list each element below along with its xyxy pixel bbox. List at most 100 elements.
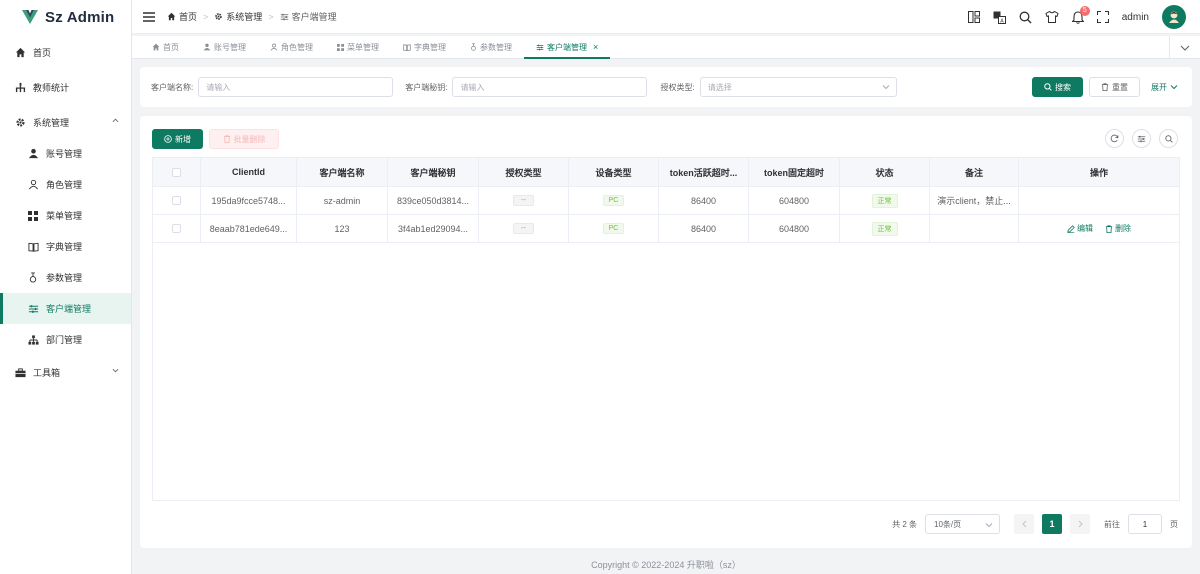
chevron-down-icon	[1170, 84, 1178, 90]
sidebar-item-teacher-stats[interactable]: 教师统计	[0, 72, 131, 103]
trash-icon	[1105, 224, 1113, 233]
batch-delete-button[interactable]: 批量删除	[209, 129, 279, 149]
sidebar-item-clients[interactable]: 客户端管理	[0, 293, 131, 324]
tab-dictionary[interactable]: 字典管理	[391, 36, 458, 58]
page-size-select[interactable]: 10条/页	[925, 514, 1000, 534]
total-count: 共 2 条	[892, 519, 917, 529]
tab-accounts[interactable]: 账号管理	[191, 36, 258, 58]
sliders-icon	[280, 13, 289, 21]
prev-page-button[interactable]	[1014, 514, 1034, 534]
column-header: ClientId	[201, 158, 297, 186]
page-number-button[interactable]: 1	[1042, 514, 1062, 534]
chevron-right-icon	[1078, 520, 1083, 528]
layout-icon[interactable]	[967, 11, 980, 23]
toolbox-icon	[14, 367, 26, 379]
username[interactable]: admin	[1122, 12, 1149, 23]
breadcrumb-system[interactable]: 系统管理	[214, 10, 262, 23]
fullscreen-icon[interactable]	[1096, 11, 1109, 23]
grant-type-label: 授权类型:	[660, 82, 695, 92]
user-icon	[27, 148, 39, 160]
close-icon[interactable]: ×	[593, 42, 598, 52]
edit-button[interactable]: 编辑	[1067, 223, 1093, 234]
active-timeout-cell: 86400	[659, 215, 749, 242]
select-all-cell	[153, 158, 201, 186]
column-header: token活跃超时...	[659, 158, 749, 186]
tabs-bar: 首页 账号管理 角色管理 菜单管理 字典管理 参数管理 客户端管理 ×	[132, 36, 1200, 59]
column-header: 客户端秘钥	[388, 158, 479, 186]
reset-button[interactable]: 重置	[1089, 77, 1140, 97]
svg-text:A: A	[1000, 18, 1004, 24]
client-name-input[interactable]: 请输入	[198, 77, 394, 97]
notification-bell-icon[interactable]: 5	[1071, 5, 1090, 24]
search-button[interactable]: 搜索	[1032, 77, 1083, 97]
fixed-timeout-cell: 604800	[749, 187, 840, 214]
sidebar-item-menus[interactable]: 菜单管理	[0, 200, 131, 231]
sidebar-item-dictionary[interactable]: 字典管理	[0, 231, 131, 262]
remark-cell: 演示client，禁止...	[930, 187, 1019, 214]
add-button[interactable]: 新增	[152, 129, 203, 149]
breadcrumb-home[interactable]: 首页	[167, 10, 197, 23]
column-header: token固定超时	[749, 158, 840, 186]
toggle-search-button[interactable]	[1159, 129, 1178, 148]
clients-table: ClientId 客户端名称 客户端秘钥 授权类型 设备类型 token活跃超时…	[152, 157, 1180, 501]
search-icon[interactable]	[1019, 11, 1032, 24]
column-settings-button[interactable]	[1132, 129, 1151, 148]
tab-params[interactable]: 参数管理	[458, 36, 524, 58]
menu-toggle-icon[interactable]	[143, 11, 155, 22]
sidebar-item-home[interactable]: 首页	[0, 37, 131, 68]
button-label: 新增	[175, 134, 191, 144]
client-name-cell: 123	[297, 215, 388, 242]
table-row[interactable]: 8eaab781ede649... 123 3f4ab1ed29094... -…	[153, 215, 1179, 243]
translate-icon[interactable]: A	[993, 11, 1006, 24]
device-type-tag: PC	[602, 195, 625, 206]
row-checkbox[interactable]	[172, 196, 181, 205]
main-panel: 新增 批量删除 ClientId 客户端名称 客户端秘钥 授权类型 设备类型 t…	[140, 116, 1192, 548]
status-cell: 正常	[840, 215, 930, 242]
goto-label: 前往	[1104, 519, 1120, 529]
theme-shirt-icon[interactable]	[1045, 11, 1059, 23]
select-all-checkbox[interactable]	[172, 167, 181, 177]
sidebar-item-toolbox[interactable]: 工具箱	[0, 357, 131, 388]
client-secret-input[interactable]: 请输入	[452, 77, 648, 97]
goto-page-input[interactable]: 1	[1128, 514, 1162, 534]
tab-clients[interactable]: 客户端管理 ×	[524, 36, 611, 59]
breadcrumb: 首页 > 系统管理 > 客户端管理	[167, 10, 337, 23]
table-header-row: ClientId 客户端名称 客户端秘钥 授权类型 设备类型 token活跃超时…	[153, 158, 1179, 187]
chevron-down-icon	[882, 83, 890, 91]
sidebar-item-departments[interactable]: 部门管理	[0, 324, 131, 355]
sidebar-item-accounts[interactable]: 账号管理	[0, 138, 131, 169]
tab-roles[interactable]: 角色管理	[258, 36, 325, 58]
avatar[interactable]	[1162, 5, 1186, 29]
tabs-dropdown-button[interactable]	[1169, 36, 1200, 59]
tab-label: 参数管理	[480, 42, 512, 52]
top-header: 首页 > 系统管理 > 客户端管理 A 5 admin	[132, 0, 1200, 34]
button-label: 搜索	[1055, 82, 1071, 92]
sidebar-item-label: 工具箱	[33, 368, 61, 378]
grant-type-select[interactable]: 请选择	[699, 77, 897, 97]
page-size-value: 10条/页	[934, 519, 962, 529]
client-name-label: 客户端名称:	[151, 82, 194, 92]
tab-menus[interactable]: 菜单管理	[325, 36, 391, 58]
client-id-cell: 195da9fcce5748...	[201, 187, 297, 214]
remark-cell	[930, 215, 1019, 242]
home-icon	[167, 12, 176, 21]
sidebar-item-system[interactable]: 系统管理	[0, 107, 131, 138]
delete-button[interactable]: 删除	[1105, 223, 1131, 234]
row-select-cell	[153, 187, 201, 214]
next-page-button[interactable]	[1070, 514, 1090, 534]
tab-home[interactable]: 首页	[140, 36, 191, 58]
breadcrumb-label: 系统管理	[226, 12, 263, 22]
search-panel: 客户端名称: 请输入 客户端秘钥: 请输入 授权类型: 请选择 搜索 重置 展开	[140, 67, 1192, 107]
expand-toggle[interactable]: 展开	[1151, 77, 1178, 97]
row-checkbox[interactable]	[172, 224, 181, 233]
sidebar-item-roles[interactable]: 角色管理	[0, 169, 131, 200]
refresh-button[interactable]	[1105, 129, 1124, 148]
row-select-cell	[153, 215, 201, 242]
home-icon	[14, 47, 26, 59]
sidebar-item-params[interactable]: 参数管理	[0, 262, 131, 293]
select-placeholder: 请选择	[707, 82, 732, 92]
notification-badge: 5	[1079, 5, 1090, 16]
trash-icon	[1101, 83, 1109, 91]
logo[interactable]: Sz Admin	[0, 0, 131, 34]
table-row[interactable]: 195da9fcce5748... sz-admin 839ce050d3814…	[153, 187, 1179, 215]
